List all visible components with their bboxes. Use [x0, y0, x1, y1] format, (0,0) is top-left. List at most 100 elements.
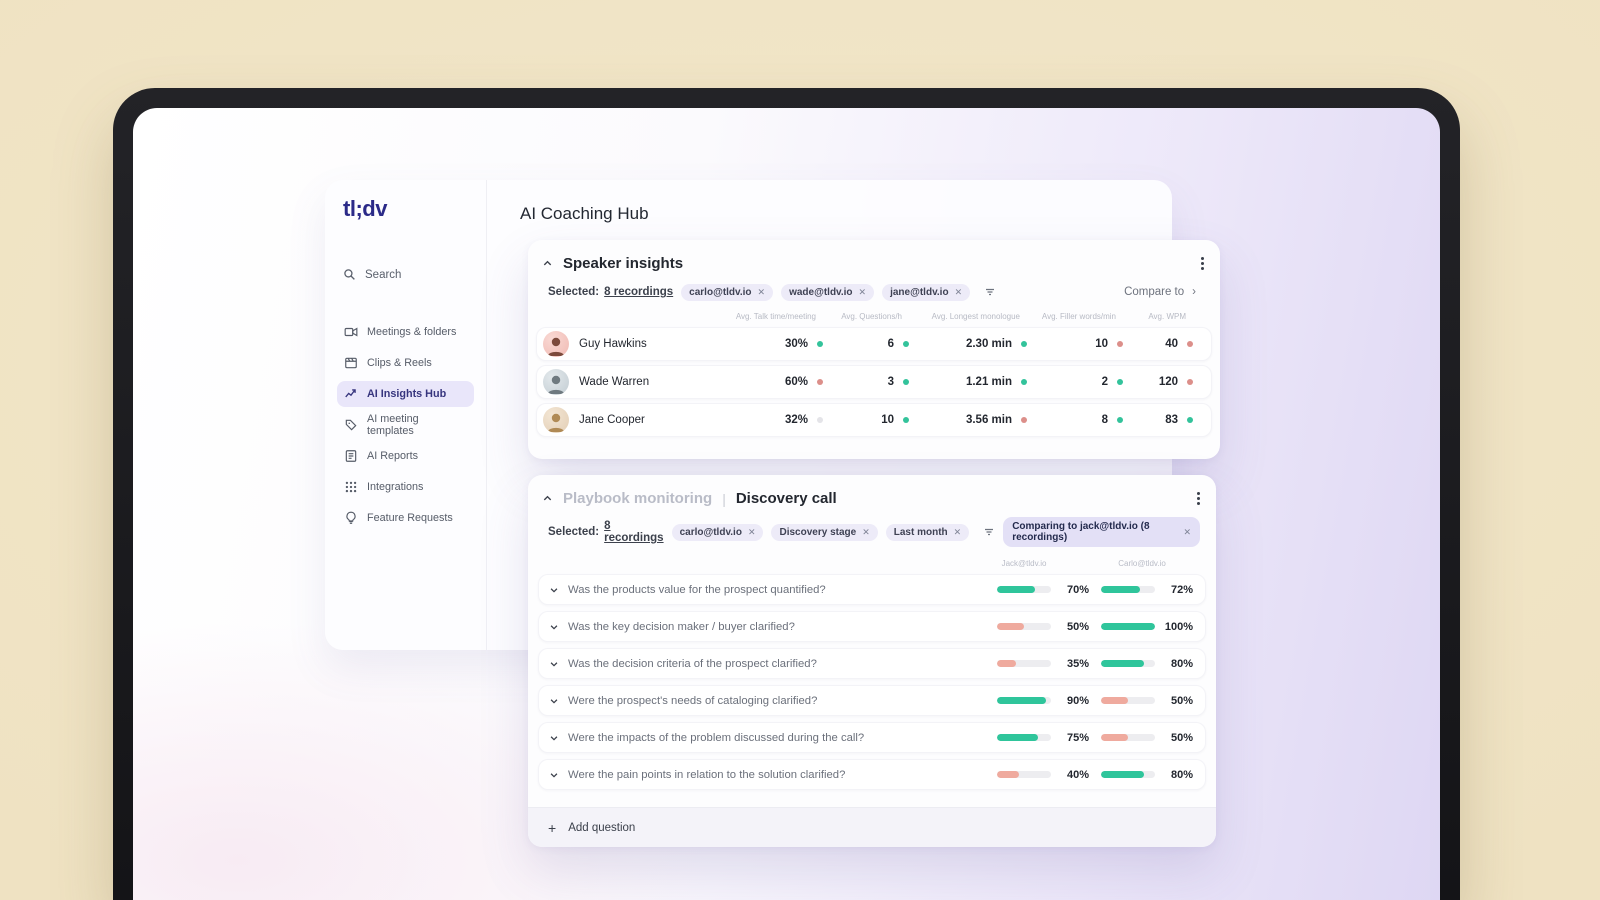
question-row[interactable]: Was the key decision maker / buyer clari… [538, 611, 1206, 642]
chevron-up-icon[interactable] [542, 493, 553, 504]
speaker-name: Jane Cooper [579, 414, 645, 426]
kebab-menu-icon[interactable] [1197, 492, 1200, 505]
chevron-down-icon[interactable] [549, 696, 559, 706]
sidebar-item-ai-insights-hub[interactable]: AI Insights Hub [337, 381, 474, 407]
add-question-button[interactable]: + Add question [528, 807, 1216, 847]
close-icon[interactable]: ✕ [859, 287, 867, 298]
sidebar-item-ai-meeting-templates[interactable]: AI meeting templates [337, 412, 474, 438]
metric-value: 2 [1101, 376, 1108, 388]
avatar [543, 369, 569, 395]
metric-value: 2.30 min [965, 338, 1012, 350]
metric-value: 40 [1165, 338, 1178, 350]
speaker-name: Guy Hawkins [579, 338, 647, 350]
avatar [543, 331, 569, 357]
status-dot [1117, 417, 1123, 423]
close-icon[interactable]: ✕ [758, 287, 766, 298]
metric-value: 60% [784, 376, 808, 388]
grid-dots-icon [344, 480, 358, 494]
percent-value: 72% [1170, 583, 1193, 596]
status-dot [903, 341, 909, 347]
filter-chip[interactable]: carlo@tldv.io ✕ [681, 283, 774, 301]
search-icon [343, 268, 356, 281]
close-icon[interactable]: ✕ [954, 527, 962, 538]
column-header: Avg. Talk time/meeting [735, 312, 816, 321]
percent-value: 70% [1066, 583, 1089, 596]
filter-chip[interactable]: wade@tldv.io ✕ [781, 283, 875, 301]
progress-bar-right [1101, 623, 1155, 630]
filter-chip-label: Last month [893, 526, 948, 538]
question-text: Was the key decision maker / buyer clari… [568, 620, 795, 633]
question-row[interactable]: Were the impacts of the problem discusse… [538, 722, 1206, 753]
sidebar-item-ai-reports[interactable]: AI Reports [337, 443, 474, 469]
compare-to-button[interactable]: Compare to › [1116, 282, 1204, 302]
sidebar-item-label: Meetings & folders [367, 326, 457, 338]
chevron-down-icon[interactable] [549, 770, 559, 780]
question-row[interactable]: Was the products value for the prospect … [538, 574, 1206, 605]
speaker-insights-header: Speaker insights [528, 240, 1220, 272]
percent-value: 50% [1066, 620, 1089, 633]
panel-title: Speaker insights [563, 255, 684, 272]
sidebar-item-label: Integrations [367, 481, 424, 493]
column-header: Avg. WPM [1148, 312, 1186, 321]
table-row[interactable]: Wade Warren 60% 3 1.21 min 2 120 [536, 365, 1212, 399]
question-row[interactable]: Were the prospect's needs of cataloging … [538, 685, 1206, 716]
video-camera-icon [344, 325, 358, 339]
sidebar-item-clips-reels[interactable]: Clips & Reels [337, 350, 474, 376]
close-icon[interactable]: ✕ [1183, 527, 1191, 538]
search-input[interactable]: Search [337, 268, 474, 281]
status-dot [1021, 417, 1027, 423]
status-dot [903, 379, 909, 385]
filter-chip[interactable]: jane@tldv.io ✕ [882, 283, 971, 301]
status-dot [817, 379, 823, 385]
panel-title-muted: Playbook monitoring [563, 490, 713, 507]
kebab-menu-icon[interactable] [1201, 257, 1204, 270]
metric-value: 3.56 min [965, 414, 1012, 426]
question-text: Were the prospect's needs of cataloging … [568, 694, 818, 707]
chevron-down-icon[interactable] [549, 585, 559, 595]
status-dot [1187, 341, 1193, 347]
speaker-column-headers: Avg. Talk time/meeting Avg. Questions/h … [528, 302, 1220, 321]
chevron-up-icon[interactable] [542, 258, 553, 269]
playbook-header: Playbook monitoring | Discovery call [528, 475, 1216, 507]
question-text: Were the impacts of the problem discusse… [568, 731, 865, 744]
percent-value: 80% [1170, 768, 1193, 781]
table-row[interactable]: Jane Cooper 32% 10 3.56 min 8 83 [536, 403, 1212, 437]
percent-value: 40% [1066, 768, 1089, 781]
sidebar-item-meetings-folders[interactable]: Meetings & folders [337, 319, 474, 345]
filter-chip-label: Discovery stage [779, 526, 857, 538]
plus-icon: + [548, 819, 557, 836]
filter-funnel-icon[interactable] [984, 286, 996, 298]
column-header: Avg. Longest monologue [931, 312, 1020, 321]
status-dot [1187, 417, 1193, 423]
filter-funnel-icon[interactable] [983, 526, 995, 538]
sidebar-item-integrations[interactable]: Integrations [337, 474, 474, 500]
sidebar-item-label: Feature Requests [367, 512, 453, 524]
close-icon[interactable]: ✕ [748, 527, 756, 538]
title-divider: | [722, 490, 726, 507]
chevron-down-icon[interactable] [549, 622, 559, 632]
close-icon[interactable]: ✕ [955, 287, 963, 298]
filter-chip[interactable]: carlo@tldv.io ✕ [671, 523, 764, 541]
progress-bar-left [997, 586, 1051, 593]
sidebar-item-feature-requests[interactable]: Feature Requests [337, 505, 474, 531]
chevron-down-icon[interactable] [549, 659, 559, 669]
table-row[interactable]: Guy Hawkins 30% 6 2.30 min 10 40 [536, 327, 1212, 361]
selected-label: Selected: [548, 286, 600, 298]
close-icon[interactable]: ✕ [862, 527, 870, 538]
sidebar-nav: Meetings & folders Clips & Reels AI Insi… [337, 319, 474, 531]
filter-chip[interactable]: Discovery stage ✕ [771, 523, 878, 541]
panel-title: Discovery call [735, 490, 837, 507]
selected-count-link[interactable]: 8 recordings [604, 286, 673, 298]
chevron-down-icon[interactable] [549, 733, 559, 743]
filter-chip[interactable]: Last month ✕ [885, 523, 970, 541]
question-row[interactable]: Was the decision criteria of the prospec… [538, 648, 1206, 679]
chevron-right-icon: › [1192, 286, 1196, 298]
metric-value: 10 [1095, 338, 1108, 350]
question-row[interactable]: Were the pain points in relation to the … [538, 759, 1206, 790]
trend-chart-icon [344, 387, 358, 401]
speaker-insights-panel: Speaker insights Selected: 8 recordings … [528, 240, 1220, 459]
column-header: Avg. Questions/h [841, 312, 902, 321]
selected-count-link[interactable]: 8 recordings [604, 520, 663, 544]
speaker-filters: Selected: 8 recordings carlo@tldv.io ✕ w… [528, 272, 1220, 302]
comparing-chip[interactable]: Comparing to jack@tldv.io (8 recordings)… [1003, 517, 1200, 547]
